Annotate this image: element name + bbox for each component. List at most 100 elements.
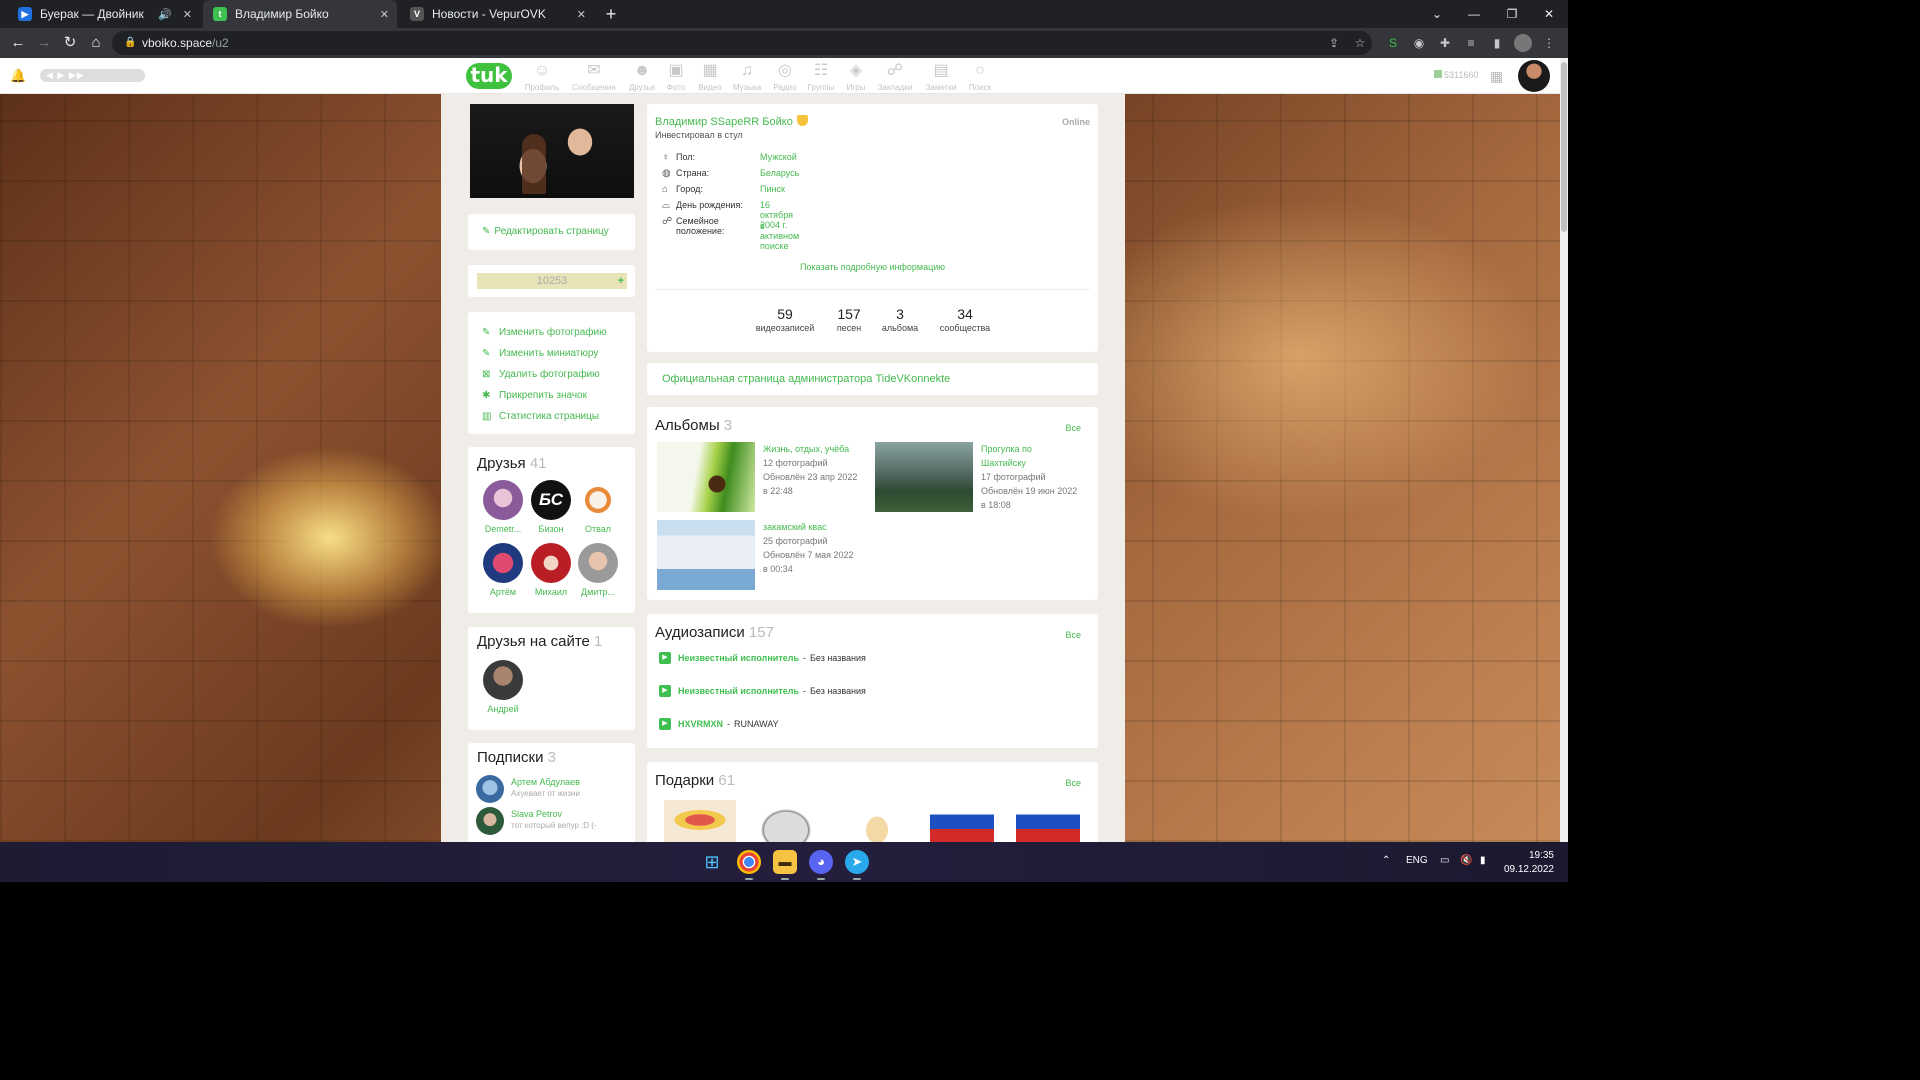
info-value[interactable]: в активном поиске: [760, 221, 799, 251]
minimize-button[interactable]: —: [1455, 0, 1493, 28]
reload-icon[interactable]: ↻: [60, 33, 80, 53]
rating-bar[interactable]: 10253 +: [477, 273, 627, 289]
close-icon[interactable]: ✕: [577, 8, 586, 21]
forward-icon[interactable]: →: [34, 33, 54, 53]
friends-online-title[interactable]: Друзья на сайте 1: [477, 633, 602, 650]
friend-item[interactable]: Demetr...: [479, 480, 527, 534]
side-panel-icon[interactable]: ▮: [1488, 34, 1506, 52]
tab-buerak[interactable]: ▶ Буерак — Двойник 🔊 ✕: [8, 0, 200, 28]
file-explorer-icon[interactable]: ▬: [773, 850, 797, 874]
gifts-title[interactable]: Подарки 61: [655, 772, 735, 789]
extension-s-icon[interactable]: S: [1384, 34, 1402, 52]
user-avatar[interactable]: [1518, 60, 1550, 92]
subscriptions-title[interactable]: Подписки 3: [477, 749, 556, 766]
nav-messages[interactable]: ✉ Сообщения: [571, 61, 617, 92]
friend-item[interactable]: Дмитр...: [574, 543, 622, 597]
tray-overflow-icon[interactable]: ⌃: [1382, 855, 1390, 866]
new-tab-button[interactable]: +: [600, 3, 622, 25]
action-delete-photo[interactable]: ⊠ Удалить фотографию: [468, 364, 635, 385]
friend-item[interactable]: Артём: [479, 543, 527, 597]
reading-list-icon[interactable]: ≡: [1462, 34, 1480, 52]
info-value[interactable]: Пинск: [760, 184, 785, 194]
close-window-button[interactable]: ✕: [1530, 0, 1568, 28]
friend-item[interactable]: Михаил: [527, 543, 575, 597]
mini-player[interactable]: ◀ ▶ ▶▶: [40, 69, 145, 82]
gift-cake[interactable]: [664, 800, 736, 842]
subscription-item[interactable]: Slava Petrov тот который вепур :D (-: [476, 807, 632, 837]
apps-grid-icon[interactable]: ▦: [1490, 68, 1506, 84]
extension-mask-icon[interactable]: ◉: [1410, 34, 1428, 52]
bookmark-star-icon[interactable]: ☆: [1351, 34, 1369, 52]
stat-communities[interactable]: 34 сообщества: [933, 306, 997, 333]
tab-search-icon[interactable]: ⌄: [1418, 0, 1456, 28]
balance[interactable]: 5311660: [1434, 70, 1478, 80]
gift-trollface[interactable]: [750, 800, 822, 842]
albums-all-link[interactable]: Все: [1065, 423, 1081, 433]
stat-videos[interactable]: 59 видеозаписей: [747, 306, 823, 333]
windows-start-icon[interactable]: ⊞: [700, 850, 724, 874]
battery-icon[interactable]: ▮: [1480, 855, 1486, 866]
menu-dots-icon[interactable]: ⋮: [1540, 34, 1558, 52]
gift-flag[interactable]: [930, 800, 994, 842]
tab-news-vepur[interactable]: V Новости - VepurOVK ✕: [400, 0, 594, 28]
play-icon[interactable]: ▶: [659, 718, 671, 730]
stat-albums[interactable]: 3 альбома: [877, 306, 923, 333]
gift-cartoon[interactable]: [847, 800, 895, 842]
site-logo[interactable]: tuk: [466, 63, 512, 89]
albums-title[interactable]: Альбомы 3: [655, 417, 732, 434]
action-change-thumbnail[interactable]: ✎ Изменить миниатюру: [468, 343, 635, 364]
tab-vladimir-boyko[interactable]: t Владимир Бойко ✕: [203, 0, 397, 28]
official-page-banner[interactable]: Официальная страница администратора Tide…: [647, 363, 1098, 395]
album-item[interactable]: закамский квас 25 фотографий Обновлён 7 ма…: [657, 520, 873, 590]
profile-status[interactable]: Инвестировал в стул: [655, 130, 743, 140]
stat-songs[interactable]: 157 песен: [829, 306, 869, 333]
nav-bookmarks[interactable]: ☍ Закладки: [872, 61, 918, 92]
track-artist[interactable]: Неизвестный исполнитель: [678, 653, 799, 663]
chrome-icon[interactable]: [737, 850, 761, 874]
close-icon[interactable]: ✕: [380, 8, 389, 21]
address-bar[interactable]: 🔒 vboiko.space/u2: [112, 31, 1372, 55]
profile-avatar-icon[interactable]: [1514, 34, 1532, 52]
track-artist[interactable]: HXVRMXN: [678, 719, 723, 729]
system-clock[interactable]: 19:35 09.12.2022: [1504, 849, 1554, 877]
bell-icon[interactable]: 🔔: [10, 68, 26, 84]
action-page-stats[interactable]: ▥ Статистика страницы: [468, 406, 635, 427]
speaker-icon[interactable]: 🔊: [158, 8, 172, 21]
audio-title[interactable]: Аудиозаписи 157: [655, 624, 774, 641]
album-item[interactable]: Прогулка по Шахтийску 17 фотографий Обновл…: [875, 442, 1091, 512]
back-icon[interactable]: ←: [8, 33, 28, 53]
share-icon[interactable]: ⇪: [1325, 34, 1343, 52]
telegram-icon[interactable]: ➤: [845, 850, 869, 874]
show-more-info-link[interactable]: Показать подробную информацию: [647, 262, 1098, 272]
network-icon[interactable]: ▭: [1440, 855, 1449, 866]
discord-icon[interactable]: ◕: [809, 850, 833, 874]
scrollbar-thumb[interactable]: [1561, 62, 1567, 232]
close-icon[interactable]: ✕: [183, 8, 192, 21]
extensions-puzzle-icon[interactable]: ✚: [1436, 34, 1454, 52]
play-icon[interactable]: ▶: [659, 652, 671, 664]
friends-title[interactable]: Друзья 41: [477, 455, 547, 472]
action-pin-badge[interactable]: ✱ Прикрепить значок: [468, 385, 635, 406]
friend-item[interactable]: Андрей: [479, 660, 527, 714]
nav-profile[interactable]: ☺ Профиль: [519, 61, 565, 92]
plus-icon[interactable]: +: [618, 273, 624, 289]
action-change-photo[interactable]: ✎ Изменить фотографию: [468, 322, 635, 343]
volume-muted-icon[interactable]: 🔇: [1460, 855, 1472, 866]
nav-search[interactable]: ○ Поиск: [957, 61, 1003, 92]
profile-photo[interactable]: [470, 104, 634, 198]
friend-item[interactable]: БС Бизон: [527, 480, 575, 534]
info-value[interactable]: Мужской: [760, 152, 797, 162]
audio-all-link[interactable]: Все: [1065, 630, 1081, 640]
info-value[interactable]: Беларусь: [760, 168, 799, 178]
home-icon[interactable]: ⌂: [86, 33, 106, 53]
input-language[interactable]: ENG: [1406, 855, 1428, 866]
play-icon[interactable]: ▶: [659, 685, 671, 697]
album-item[interactable]: Жизнь, отдых, учёба 12 фотографий Обновлён…: [657, 442, 873, 512]
track-artist[interactable]: Неизвестный исполнитель: [678, 686, 799, 696]
gifts-all-link[interactable]: Все: [1065, 778, 1081, 788]
friend-item[interactable]: Отвал: [574, 480, 622, 534]
subscription-item[interactable]: Артем Абдулаев Ахуевает от жизни: [476, 775, 632, 805]
restore-button[interactable]: ❐: [1493, 0, 1531, 28]
gift-flag[interactable]: [1016, 800, 1080, 842]
edit-page-button[interactable]: ✎ Редактировать страницу: [468, 214, 635, 250]
